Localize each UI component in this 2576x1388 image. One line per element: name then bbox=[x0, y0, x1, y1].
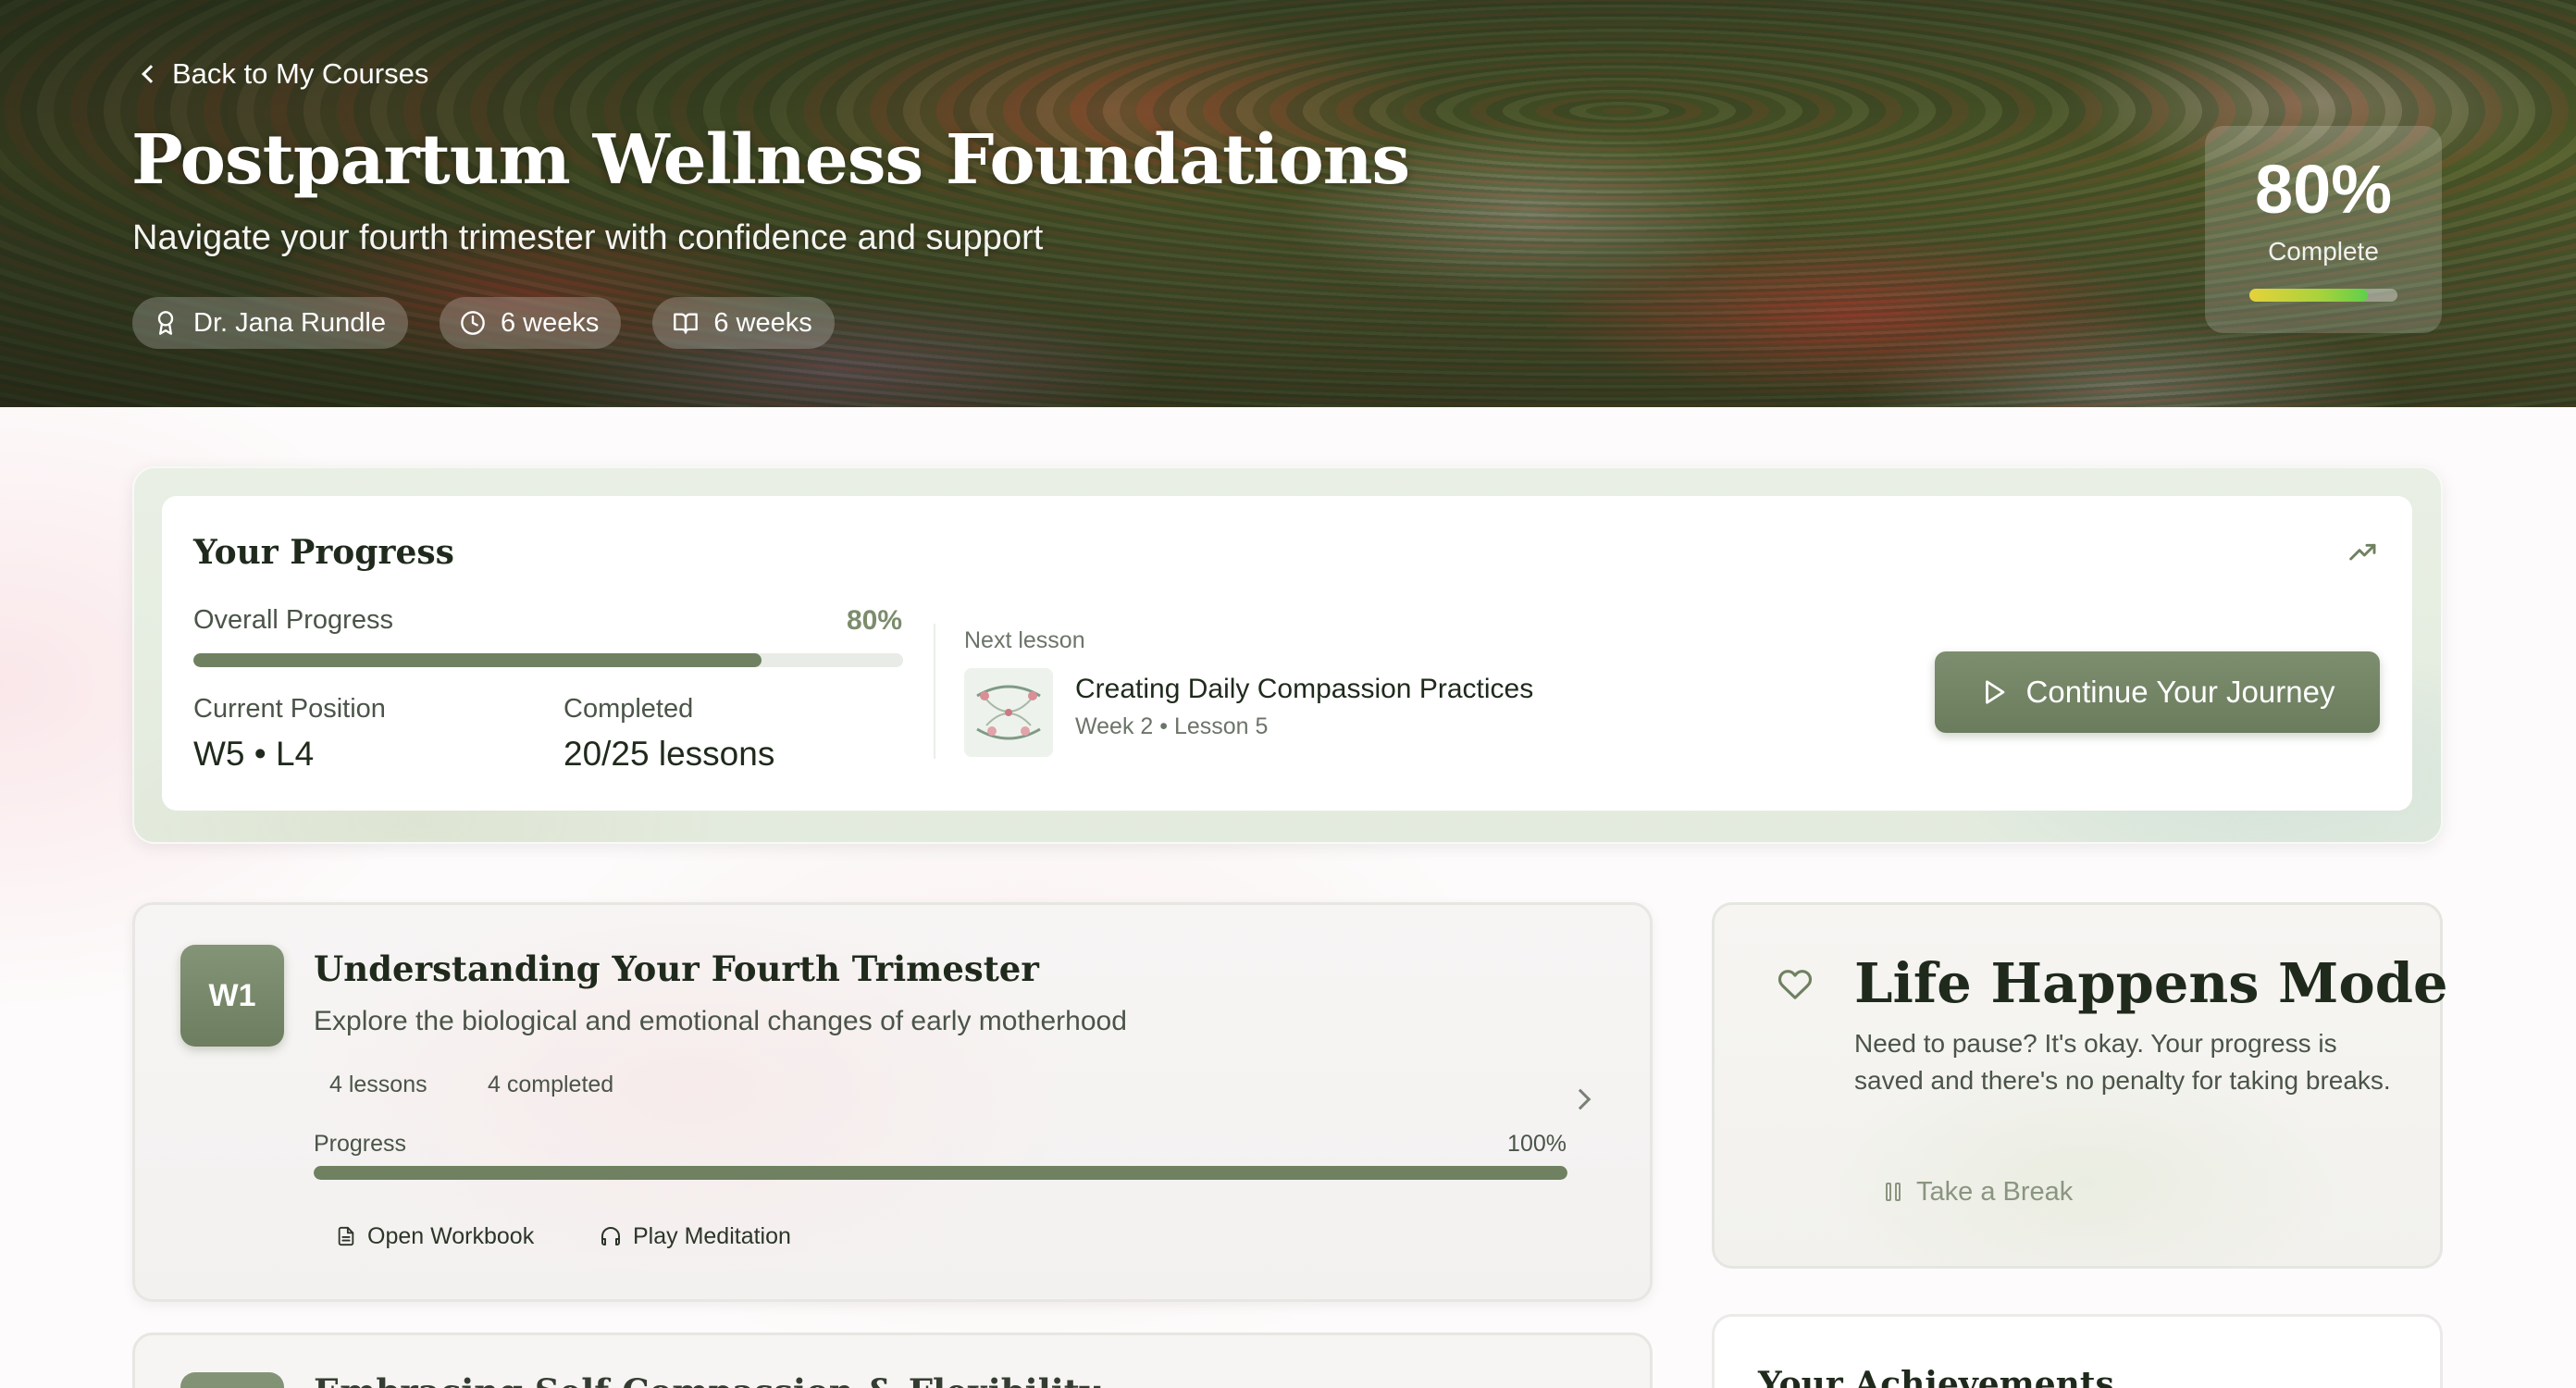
pause-icon bbox=[1886, 1183, 1901, 1201]
achievements-title: Your Achievements bbox=[1758, 1365, 2114, 1388]
duration-chip: 6 weeks bbox=[439, 297, 622, 349]
week-badge bbox=[180, 1372, 284, 1388]
play-icon bbox=[1985, 680, 2004, 704]
next-lesson-label: Next lesson bbox=[964, 627, 1085, 653]
progress-divider bbox=[934, 624, 935, 759]
length-chip: 6 weeks bbox=[652, 297, 835, 349]
next-lesson-title[interactable]: Creating Daily Compassion Practices bbox=[1075, 674, 1533, 705]
completed-label: Completed bbox=[564, 694, 694, 724]
clock-icon bbox=[461, 311, 485, 335]
continue-journey-label: Continue Your Journey bbox=[2025, 675, 2335, 709]
back-link-label: Back to My Courses bbox=[172, 57, 429, 90]
week-progress-bar bbox=[314, 1166, 1567, 1180]
completion-bar-fill bbox=[2249, 289, 2368, 302]
week-title[interactable]: Understanding Your Fourth Trimester bbox=[314, 948, 1039, 989]
current-position-value: W5 • L4 bbox=[193, 735, 315, 773]
book-open-icon bbox=[674, 313, 699, 334]
headphones-icon bbox=[601, 1227, 620, 1245]
course-title: Postpartum Wellness Foundations bbox=[131, 120, 1410, 200]
duration-label: 6 weeks bbox=[500, 307, 600, 338]
overall-progress-bar bbox=[193, 653, 903, 667]
length-label: 6 weeks bbox=[713, 307, 812, 338]
take-break-label: Take a Break bbox=[1916, 1176, 2074, 1207]
week-progress-label: Progress bbox=[314, 1131, 407, 1157]
week-progress-percent: 100% bbox=[1507, 1131, 1567, 1157]
award-icon bbox=[157, 311, 174, 335]
overall-progress-label: Overall Progress bbox=[193, 605, 393, 635]
overall-progress-percent: 80% bbox=[846, 605, 902, 636]
overall-progress-fill bbox=[193, 653, 762, 667]
play-meditation-button[interactable]: Play Meditation bbox=[600, 1220, 791, 1253]
floral-wreath-icon bbox=[964, 668, 1053, 757]
week-description: Explore the biological and emotional cha… bbox=[314, 1006, 1127, 1036]
course-meta-chips: Dr. Jana Rundle 6 weeks 6 weeks bbox=[132, 297, 835, 349]
course-subtitle: Navigate your fourth trimester with conf… bbox=[132, 218, 1044, 257]
week-completed-count: 4 completed bbox=[488, 1072, 614, 1097]
completion-label: Complete bbox=[2268, 237, 2379, 266]
next-lesson-subtitle: Week 2 • Lesson 5 bbox=[1075, 713, 1269, 739]
trending-up-icon bbox=[2349, 543, 2376, 561]
file-text-icon bbox=[338, 1226, 354, 1246]
chevron-left-icon bbox=[142, 65, 160, 83]
heart-icon bbox=[1777, 970, 1813, 999]
next-lesson-thumbnail[interactable] bbox=[964, 668, 1053, 757]
current-position-label: Current Position bbox=[193, 694, 386, 724]
life-happens-description: Need to pause? It's okay. Your progress … bbox=[1854, 1029, 2391, 1095]
completed-value: 20/25 lessons bbox=[564, 735, 775, 773]
open-workbook-label: Open Workbook bbox=[367, 1222, 535, 1249]
life-happens-title: Life Happens Mode bbox=[1854, 951, 2448, 1015]
take-break-button[interactable]: Take a Break bbox=[1885, 1173, 2073, 1210]
instructor-name: Dr. Jana Rundle bbox=[193, 307, 386, 338]
week-progress-fill bbox=[314, 1166, 1567, 1180]
instructor-chip: Dr. Jana Rundle bbox=[132, 297, 408, 349]
continue-journey-button[interactable]: Continue Your Journey bbox=[1935, 651, 2380, 733]
completion-summary: 80% Complete bbox=[2205, 126, 2442, 333]
week-badge: W1 bbox=[180, 945, 284, 1047]
progress-title: Your Progress bbox=[193, 533, 454, 572]
completion-bar bbox=[2249, 289, 2397, 302]
completion-percent: 80% bbox=[2254, 151, 2393, 228]
week-lessons-count: 4 lessons bbox=[329, 1072, 427, 1097]
open-workbook-button[interactable]: Open Workbook bbox=[336, 1220, 534, 1253]
week-title[interactable]: Embracing Self-Compassion & Flexibility bbox=[314, 1371, 1099, 1388]
back-to-courses-link[interactable]: Back to My Courses bbox=[139, 56, 428, 93]
play-meditation-label: Play Meditation bbox=[633, 1222, 791, 1249]
